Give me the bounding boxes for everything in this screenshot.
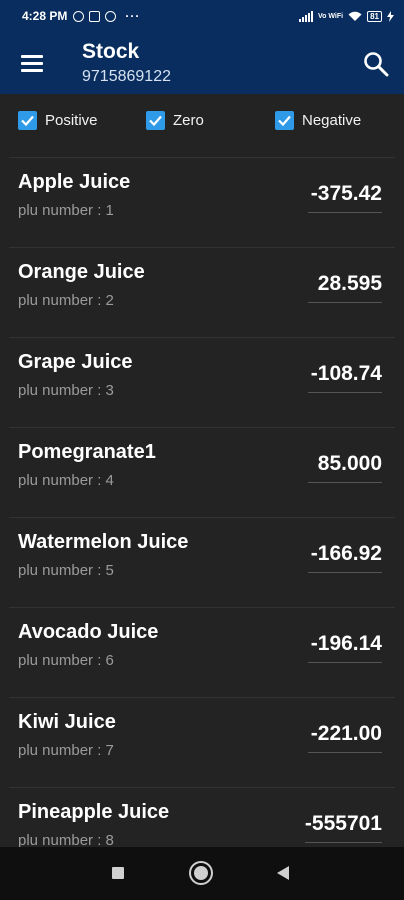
list-item[interactable]: Apple Juice plu number : 1 -375.42 xyxy=(9,157,395,248)
wifi-icon xyxy=(348,11,362,21)
zero-filter-checkbox[interactable]: Zero xyxy=(146,111,204,130)
battery-icon: 81 xyxy=(367,10,382,22)
back-icon[interactable] xyxy=(277,866,289,880)
app-notification-icon xyxy=(105,10,117,22)
search-icon[interactable] xyxy=(362,50,390,78)
filter-label: Negative xyxy=(302,112,362,129)
item-name: Pomegranate1 xyxy=(18,441,156,463)
checkbox-checked-icon xyxy=(18,111,37,130)
list-item[interactable]: Watermelon Juice plu number : 5 -166.92 xyxy=(9,517,395,608)
item-plu: plu number : 7 xyxy=(18,742,114,759)
system-nav-bar xyxy=(0,847,404,900)
item-quantity: -375.42 xyxy=(308,182,382,213)
signal-icon xyxy=(299,10,313,22)
list-item[interactable]: Avocado Juice plu number : 6 -196.14 xyxy=(9,607,395,698)
account-number: 9715869122 xyxy=(82,68,171,85)
item-name: Watermelon Juice xyxy=(18,531,189,553)
item-plu: plu number : 2 xyxy=(18,292,114,309)
list-item[interactable]: Grape Juice plu number : 3 -108.74 xyxy=(9,337,395,428)
network-label: Vo WiFi xyxy=(318,12,344,20)
checkbox-checked-icon xyxy=(275,111,294,130)
filter-bar: Positive Zero Negative xyxy=(0,94,404,152)
recents-icon[interactable] xyxy=(112,867,124,879)
app-bar: Stock 9715869122 xyxy=(0,32,404,94)
battery-level: 81 xyxy=(370,11,379,21)
item-quantity: -108.74 xyxy=(308,362,382,393)
list-item[interactable]: Kiwi Juice plu number : 7 -221.00 xyxy=(9,697,395,788)
notification-icon xyxy=(73,10,85,22)
filter-label: Zero xyxy=(173,112,204,129)
item-name: Pineapple Juice xyxy=(18,801,170,823)
negative-filter-checkbox[interactable]: Negative xyxy=(275,111,361,130)
item-quantity: -166.92 xyxy=(308,542,382,573)
more-notifications: ··· xyxy=(125,9,141,23)
item-plu: plu number : 6 xyxy=(18,652,114,669)
item-quantity: -196.14 xyxy=(308,632,382,663)
list-item[interactable]: Pineapple Juice plu number : 8 -555701 xyxy=(9,787,395,848)
item-plu: plu number : 3 xyxy=(18,382,114,399)
hamburger-menu-icon[interactable] xyxy=(21,55,43,72)
item-quantity: 85.000 xyxy=(308,452,382,483)
filter-label: Positive xyxy=(45,112,98,129)
message-icon xyxy=(89,10,101,22)
status-bar: 4:28 PM ··· Vo WiFi 81 xyxy=(0,0,404,32)
item-name: Orange Juice xyxy=(18,261,145,283)
item-plu: plu number : 8 xyxy=(18,832,114,848)
checkbox-checked-icon xyxy=(146,111,165,130)
item-quantity: 28.595 xyxy=(308,272,382,303)
positive-filter-checkbox[interactable]: Positive xyxy=(18,111,98,130)
home-icon[interactable] xyxy=(191,863,211,883)
item-quantity: -221.00 xyxy=(308,722,382,753)
item-plu: plu number : 5 xyxy=(18,562,114,579)
status-time: 4:28 PM xyxy=(22,9,68,23)
item-plu: plu number : 4 xyxy=(18,472,114,489)
list-item[interactable]: Orange Juice plu number : 2 28.595 xyxy=(9,247,395,338)
list-item[interactable]: Pomegranate1 plu number : 4 85.000 xyxy=(9,427,395,518)
item-name: Kiwi Juice xyxy=(18,711,116,733)
item-name: Grape Juice xyxy=(18,351,133,373)
charging-icon xyxy=(387,10,394,22)
item-name: Apple Juice xyxy=(18,171,131,193)
item-plu: plu number : 1 xyxy=(18,202,114,219)
item-quantity: -555701 xyxy=(304,812,382,843)
page-title: Stock xyxy=(82,40,140,63)
item-name: Avocado Juice xyxy=(18,621,159,643)
